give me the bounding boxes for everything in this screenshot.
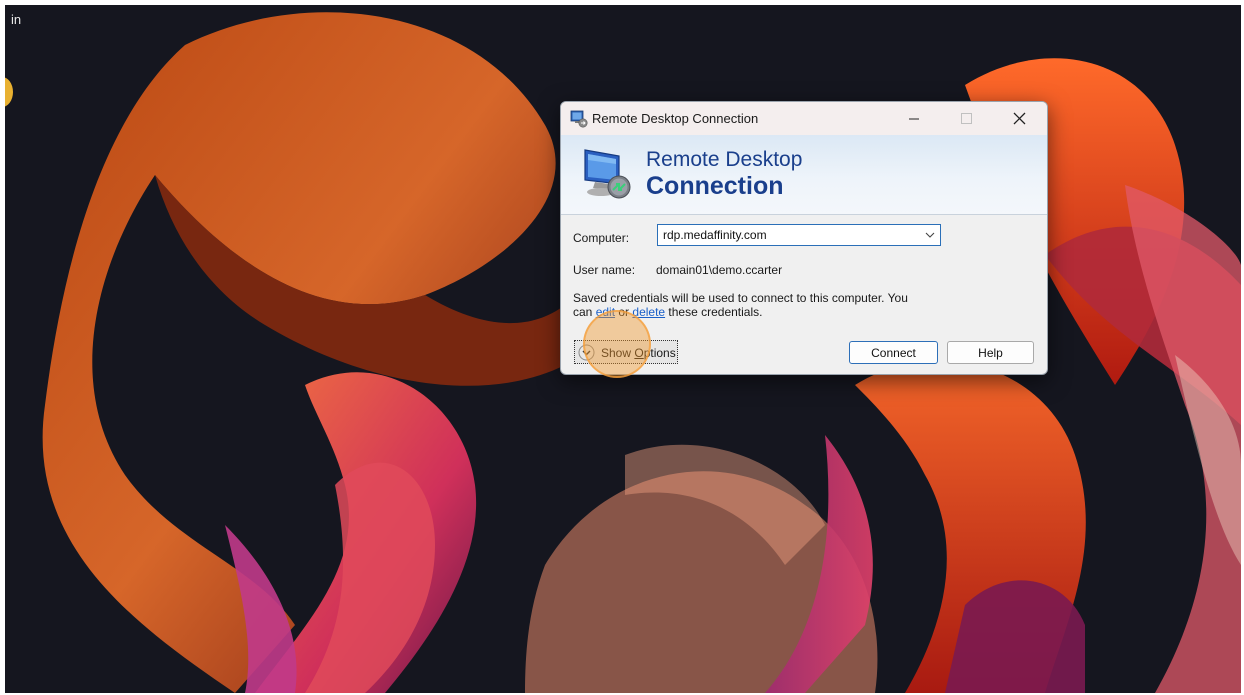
title-bar[interactable]: Remote Desktop Connection <box>561 102 1047 135</box>
rdc-app-icon <box>570 110 588 128</box>
dialog-banner: Remote Desktop Connection <box>561 135 1047 215</box>
credentials-notice: Saved credentials will be used to connec… <box>573 291 923 319</box>
close-button[interactable] <box>997 102 1041 135</box>
chevron-down-icon[interactable] <box>924 229 936 241</box>
window-title: Remote Desktop Connection <box>592 111 759 126</box>
connect-button[interactable]: Connect <box>849 341 938 364</box>
computer-value[interactable]: rdp.medaffinity.com <box>663 228 767 242</box>
rdc-banner-icon <box>584 149 631 199</box>
banner-title-line1: Remote Desktop <box>646 148 803 171</box>
delete-credentials-link[interactable]: delete <box>632 305 665 319</box>
show-options-label: Show Options <box>601 346 676 360</box>
expand-options-icon <box>578 344 595 361</box>
show-options-button[interactable]: Show Options <box>574 340 678 364</box>
username-label: User name: <box>573 263 636 277</box>
remote-desktop-dialog: Remote Desktop Connection Remote Desktop… <box>560 101 1048 375</box>
show-options-prefix: Show <box>601 346 635 360</box>
maximize-button[interactable] <box>944 102 988 135</box>
computer-combobox[interactable]: rdp.medaffinity.com <box>657 224 941 246</box>
maximize-icon <box>960 113 972 124</box>
help-button[interactable]: Help <box>947 341 1034 364</box>
credentials-text-can: can <box>573 305 596 319</box>
credentials-text-end: these credentials. <box>665 305 763 319</box>
banner-title-line2: Connection <box>646 172 784 200</box>
minimize-icon <box>909 118 919 119</box>
credentials-text-line1: Saved credentials will be used to connec… <box>573 291 908 305</box>
edit-credentials-link[interactable]: edit <box>596 305 615 319</box>
close-icon <box>1013 112 1025 125</box>
computer-label: Computer: <box>573 231 630 245</box>
show-options-suffix: ptions <box>643 346 676 360</box>
credentials-text-or: or <box>615 305 633 319</box>
banner-separator <box>561 214 1047 215</box>
corner-text: in <box>11 12 22 27</box>
minimize-button[interactable] <box>892 102 936 135</box>
show-options-accel: O <box>634 346 644 360</box>
username-value: domain01\demo.ccarter <box>656 263 783 277</box>
